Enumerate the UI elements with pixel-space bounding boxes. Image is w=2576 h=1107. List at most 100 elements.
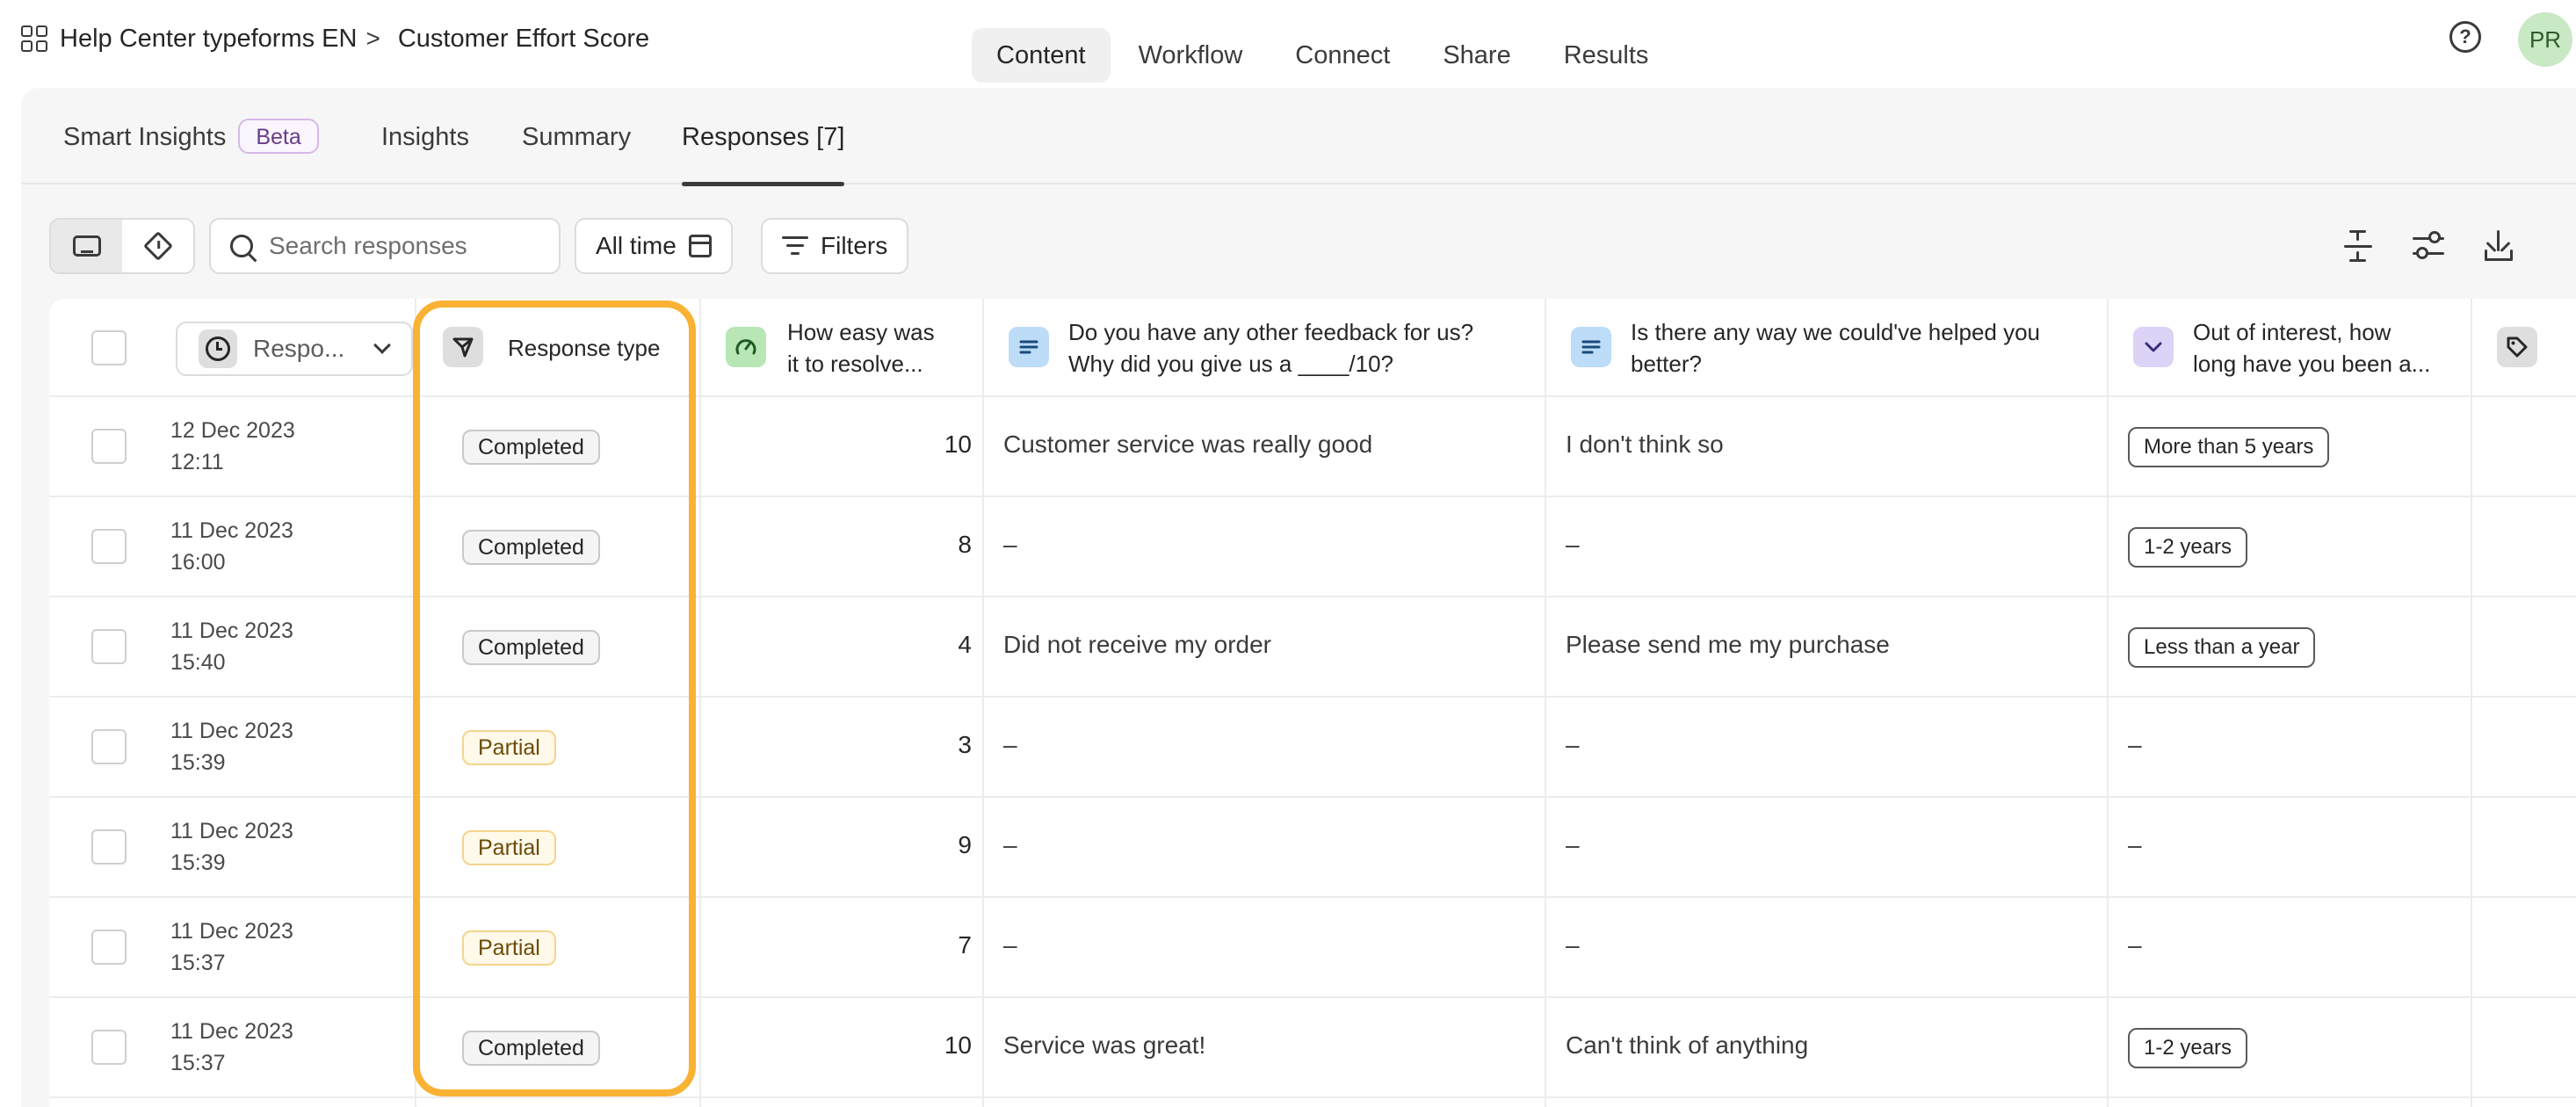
- nav-content[interactable]: Content: [972, 28, 1111, 83]
- results-panel: Smart Insights Beta Insights Summary Resp…: [21, 88, 2576, 1107]
- help-answer: I don't think so: [1566, 430, 1724, 458]
- table-row[interactable]: 11 Dec 2023 15:40 Completed 4 Did not rec…: [49, 597, 2576, 698]
- responses-toolbar: All time Filters: [21, 184, 2576, 290]
- response-type-badge: Partial: [462, 830, 556, 865]
- tab-insights[interactable]: Insights: [381, 88, 469, 184]
- response-type-badge: Completed: [462, 1031, 600, 1066]
- row-checkbox[interactable]: [91, 729, 127, 764]
- score-value: 7: [958, 931, 972, 959]
- tenure-answer: Less than a year: [2128, 627, 2316, 668]
- breadcrumb: Help Center typeforms EN > Customer Effo…: [21, 21, 649, 56]
- help-answer: –: [1566, 831, 1580, 858]
- feedback-answer: –: [1003, 831, 1017, 858]
- apps-grid-icon[interactable]: [21, 25, 47, 52]
- dropdown-question-icon: [2133, 327, 2174, 367]
- download-icon[interactable]: [2481, 228, 2516, 264]
- alert-diamond-icon: [142, 231, 173, 261]
- flagged-view-button[interactable]: [122, 220, 193, 272]
- table-row[interactable]: 11 Dec 2023 15:37 Completed 10 Service wa…: [49, 998, 2576, 1098]
- row-checkbox[interactable]: [91, 529, 127, 564]
- breadcrumb-form-title[interactable]: Customer Effort Score: [398, 25, 649, 54]
- help-icon[interactable]: ?: [2449, 21, 2481, 53]
- nav-workflow[interactable]: Workflow: [1114, 28, 1268, 83]
- table-row[interactable]: 11 Dec 2023 16:00 Completed 8 – – 1-2 yea…: [49, 497, 2576, 597]
- row-checkbox[interactable]: [91, 829, 127, 865]
- tab-smart-insights[interactable]: Smart Insights Beta: [63, 88, 319, 184]
- breadcrumb-workspace[interactable]: Help Center typeforms EN: [60, 25, 357, 54]
- feedback-answer: –: [1003, 531, 1017, 558]
- response-type-badge: Partial: [462, 930, 556, 966]
- filters-label: Filters: [821, 232, 888, 259]
- feedback-answer: Did not receive my order: [1003, 631, 1272, 658]
- column-settings-icon[interactable]: [2411, 228, 2446, 264]
- help-answer: –: [1566, 931, 1580, 959]
- table-row[interactable]: 11 Dec 2023 15:39 Partial 9 – – –: [49, 798, 2576, 898]
- tenure-answer: More than 5 years: [2128, 427, 2330, 467]
- score-value: 3: [958, 731, 972, 758]
- long-text-icon: [1571, 327, 1611, 367]
- filter-icon: [782, 236, 808, 256]
- search-box: [209, 218, 561, 274]
- inbox-view-button[interactable]: [51, 220, 122, 272]
- table-row[interactable]: 11 Dec 2023 15:37 Partial 7 – – –: [49, 898, 2576, 998]
- response-type-badge: Completed: [462, 530, 600, 565]
- q2-column-header[interactable]: Do you have any other feedback for us? W…: [1068, 316, 1473, 380]
- feedback-answer: –: [1003, 731, 1017, 758]
- q1-column-header[interactable]: How easy was it to resolve...: [787, 316, 935, 380]
- tab-summary[interactable]: Summary: [522, 88, 631, 184]
- feedback-answer: Customer service was really good: [1003, 430, 1373, 458]
- score-value: 10: [944, 430, 972, 458]
- response-type-badge: Completed: [462, 630, 600, 665]
- nav-connect[interactable]: Connect: [1270, 28, 1415, 83]
- chevron-down-icon: [373, 336, 391, 354]
- row-checkbox[interactable]: [91, 1030, 127, 1065]
- tenure-answer: 1-2 years: [2128, 1028, 2248, 1068]
- score-value: 4: [958, 631, 972, 658]
- q3-column-header[interactable]: Is there any way we could've helped you …: [1631, 316, 2040, 380]
- clock-icon: [199, 329, 237, 368]
- main-nav: Content Workflow Connect Share Results: [940, 11, 1678, 95]
- select-all-checkbox[interactable]: [91, 330, 127, 365]
- tenure-answer: –: [2128, 831, 2142, 858]
- feedback-answer: Service was great!: [1003, 1031, 1206, 1059]
- responses-table: Respo... Response type How easy was it t…: [49, 299, 2576, 1107]
- date-range-button[interactable]: All time: [575, 218, 733, 274]
- results-subtabs: Smart Insights Beta Insights Summary Resp…: [21, 88, 2576, 186]
- tag-icon[interactable]: [2497, 327, 2537, 367]
- help-answer: Please send me my purchase: [1566, 631, 1890, 658]
- tab-responses[interactable]: Responses [7]: [682, 88, 845, 186]
- search-icon: [230, 235, 253, 257]
- top-bar: Help Center typeforms EN > Customer Effo…: [0, 0, 2576, 95]
- nav-results[interactable]: Results: [1539, 28, 1674, 83]
- tab-smart-insights-label: Smart Insights: [63, 123, 227, 151]
- table-row[interactable]: 11 Dec 2023 15:39 Partial 3 – – –: [49, 698, 2576, 798]
- filters-button[interactable]: Filters: [761, 218, 909, 274]
- row-checkbox[interactable]: [91, 429, 127, 464]
- table-row[interactable]: 12 Dec 2023 12:11 Completed 10 Customer s…: [49, 397, 2576, 497]
- response-type-badge: Partial: [462, 730, 556, 765]
- row-checkbox[interactable]: [91, 930, 127, 965]
- opinion-scale-icon: [726, 327, 766, 367]
- date-range-label: All time: [596, 232, 677, 259]
- row-density-icon[interactable]: [2341, 228, 2376, 264]
- submitted-column-label: Respo...: [253, 335, 345, 362]
- inbox-icon: [72, 235, 101, 257]
- view-toggle: [49, 218, 195, 274]
- tenure-answer: –: [2128, 931, 2142, 959]
- calendar-icon: [688, 235, 712, 257]
- breadcrumb-separator: >: [365, 25, 380, 52]
- tenure-answer: –: [2128, 731, 2142, 758]
- avatar[interactable]: PR: [2518, 12, 2572, 67]
- submitted-column-sort-button[interactable]: Respo...: [176, 322, 413, 376]
- q4-column-header[interactable]: Out of interest, how long have you been …: [2193, 316, 2430, 380]
- help-answer: –: [1566, 531, 1580, 558]
- score-value: 9: [958, 831, 972, 858]
- table-header-row: Respo... Response type How easy was it t…: [49, 299, 2576, 397]
- nav-share[interactable]: Share: [1418, 28, 1535, 83]
- beta-badge: Beta: [238, 119, 319, 155]
- help-answer: Can't think of anything: [1566, 1031, 1809, 1059]
- search-input[interactable]: [269, 232, 550, 260]
- score-value: 8: [958, 531, 972, 558]
- row-checkbox[interactable]: [91, 629, 127, 664]
- response-type-column-header[interactable]: Response type: [508, 332, 660, 364]
